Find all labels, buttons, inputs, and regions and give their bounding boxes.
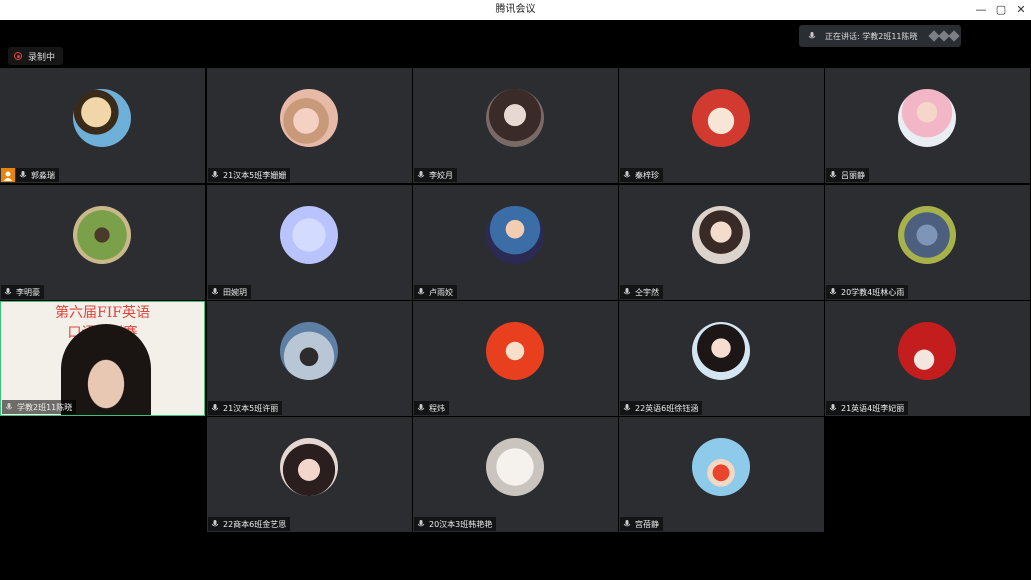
participant-name: 李明豪 (1, 285, 44, 299)
participant-name: 田婉玥 (208, 285, 251, 299)
mic-icon (417, 171, 425, 178)
participant-name: 郭淼瑞 (16, 168, 59, 182)
participant-name: 22商本6班金艺恩 (208, 517, 291, 531)
avatar (898, 206, 956, 264)
window-titlebar: 腾讯会议 — ▢ ✕ (0, 0, 1031, 20)
mic-icon (417, 520, 425, 527)
avatar (692, 322, 750, 380)
avatar (692, 89, 750, 147)
participant-tile[interactable]: 田婉玥 (207, 185, 412, 300)
participant-tile[interactable]: 郭淼瑞 (0, 68, 205, 183)
mic-icon (623, 520, 631, 527)
participant-tile[interactable]: 仝宇然 (619, 185, 824, 300)
participant-name: 20汉本3班韩艳艳 (414, 517, 497, 531)
mic-icon (211, 171, 219, 178)
participant-tile[interactable]: 李姣月 (413, 68, 618, 183)
avatar (486, 322, 544, 380)
recording-label: 录制中 (28, 52, 56, 63)
avatar (692, 206, 750, 264)
avatar (692, 438, 750, 496)
participant-tile[interactable]: 22英语6班徐钰涵 (619, 301, 824, 416)
avatar (280, 438, 338, 496)
avatar (486, 89, 544, 147)
participant-name: 仝宇然 (620, 285, 663, 299)
mic-icon (623, 404, 631, 411)
mic-icon (4, 288, 12, 295)
participant-tile[interactable]: 李明豪 (0, 185, 205, 300)
mic-icon (417, 288, 425, 295)
participant-tile[interactable]: 宫蓓静 (619, 417, 824, 532)
mic-icon (829, 404, 837, 411)
participant-tile[interactable]: 程炜 (413, 301, 618, 416)
participant-tile[interactable]: 21英语4班李妃丽 (825, 301, 1030, 416)
window-title: 腾讯会议 (495, 4, 536, 15)
mic-icon (417, 404, 425, 411)
participant-name: 学教2班11陈晓 (2, 400, 77, 414)
participant-name: 秦梓珍 (620, 168, 663, 182)
host-icon (1, 168, 15, 182)
participant-name: 程炜 (414, 401, 449, 415)
participant-name: 宫蓓静 (620, 517, 663, 531)
record-icon (14, 52, 22, 60)
restore-icon[interactable]: ▢ (990, 0, 1012, 20)
avatar (73, 206, 131, 264)
participant-name: 吕丽静 (826, 168, 869, 182)
audio-level-icon (927, 30, 960, 42)
speaking-label: 正在讲话: 学教2班11陈晓 (825, 31, 918, 41)
speaking-indicator: 正在讲话: 学教2班11陈晓 (799, 25, 961, 47)
avatar (280, 206, 338, 264)
participant-name: 20学教4班林心雨 (826, 285, 909, 299)
participant-name: 21汉本5班许丽 (208, 401, 283, 415)
close-icon[interactable]: ✕ (1010, 0, 1031, 20)
recording-indicator[interactable]: 录制中 (8, 47, 64, 65)
avatar (73, 89, 131, 147)
mic-icon (829, 288, 837, 295)
participant-tile[interactable]: 20学教4班林心雨 (825, 185, 1030, 300)
mic-icon (623, 171, 631, 178)
avatar (486, 206, 544, 264)
mic-icon (808, 32, 816, 39)
participant-tile[interactable]: 22商本6班金艺恩 (207, 417, 412, 532)
avatar (898, 89, 956, 147)
participant-tile[interactable]: 秦梓珍 (619, 68, 824, 183)
participant-name: 卢雨姣 (414, 285, 457, 299)
participant-name: 22英语6班徐钰涵 (620, 401, 703, 415)
mic-icon (211, 520, 219, 527)
mic-icon (211, 288, 219, 295)
participant-name: 李姣月 (414, 168, 457, 182)
avatar (486, 438, 544, 496)
participant-name: 21英语4班李妃丽 (826, 401, 909, 415)
participant-name: 21汉本5班李姗姗 (208, 168, 291, 182)
avatar (898, 322, 956, 380)
participant-video-tile[interactable]: 第六届FIF英语 口语模拟赛 学教2班11陈晓 (0, 301, 205, 416)
avatar (280, 89, 338, 147)
mic-icon (829, 171, 837, 178)
mic-icon (211, 404, 219, 411)
participant-tile[interactable]: 21汉本5班许丽 (207, 301, 412, 416)
minimize-icon[interactable]: — (970, 0, 992, 20)
participant-tile[interactable]: 20汉本3班韩艳艳 (413, 417, 618, 532)
participant-tile[interactable]: 卢雨姣 (413, 185, 618, 300)
participant-tile[interactable]: 21汉本5班李姗姗 (207, 68, 412, 183)
avatar (280, 322, 338, 380)
mic-icon (5, 403, 13, 410)
mic-icon (19, 171, 27, 178)
participant-tile[interactable]: 吕丽静 (825, 68, 1030, 183)
mic-icon (623, 288, 631, 295)
